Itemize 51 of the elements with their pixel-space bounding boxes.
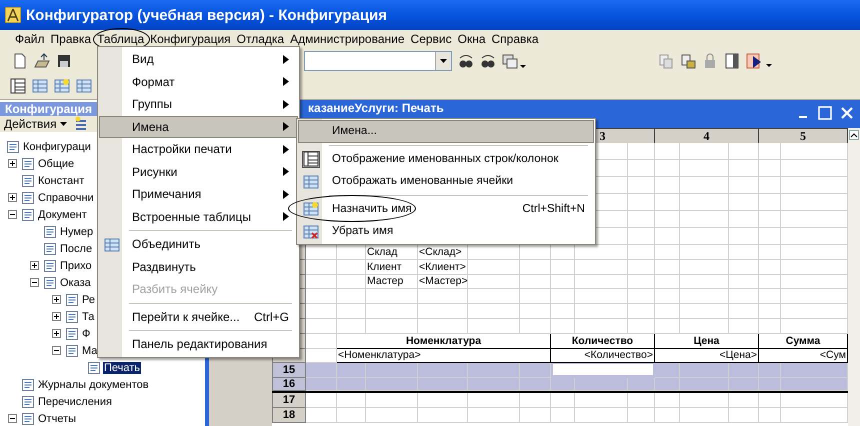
tree-item[interactable]: Ре	[81, 294, 96, 306]
shortcut-label: Ctrl+G	[254, 310, 289, 324]
row-header: 17	[272, 392, 306, 408]
tree-item[interactable]: Констант	[37, 174, 86, 186]
row-header: 16	[272, 378, 306, 392]
tree-item[interactable]: Перечисления	[37, 396, 113, 408]
tree-item[interactable]: Общие	[37, 158, 76, 170]
menu-item[interactable]: Файл	[12, 32, 48, 46]
tree-item[interactable]: Журналы документов	[37, 378, 150, 390]
menu-item[interactable]: Раздвинуть	[99, 256, 298, 278]
menu-item[interactable]: Справка	[488, 32, 542, 46]
actions-button[interactable]: Действия	[4, 117, 67, 131]
tree-item[interactable]: Та	[81, 310, 96, 322]
menu-item[interactable]: Убрать имя	[298, 220, 594, 242]
menu-item[interactable]: Отображение именованных строк/колонок	[298, 148, 594, 170]
menu-item[interactable]: Встроенные таблицы	[99, 206, 298, 228]
menu-item[interactable]: Рисунки	[99, 160, 298, 183]
tree-item[interactable]: Отчеты	[37, 412, 78, 424]
menu-item[interactable]: Имена...	[298, 120, 594, 142]
menu-item[interactable]: Перейти к ячейке... Ctrl+G	[99, 306, 298, 328]
menu-item[interactable]: Конфигурация	[147, 32, 234, 46]
tree-item[interactable]: Документ	[37, 208, 88, 220]
menu-item[interactable]: Отображать именованные ячейки	[298, 170, 594, 192]
tree-item[interactable]: Ма	[81, 344, 98, 356]
menu-item[interactable]: Формат	[99, 70, 298, 93]
menu-item[interactable]: Отладка	[234, 32, 288, 46]
menu-item[interactable]: Настройки печати	[99, 138, 298, 160]
row-header: 18	[272, 408, 306, 423]
menu-item[interactable]: Таблица	[94, 32, 148, 46]
menu-item[interactable]: Примечания	[99, 183, 298, 206]
tree-item[interactable]: Конфигураци	[22, 140, 92, 152]
tree-item[interactable]: Справочни	[37, 192, 95, 204]
shortcut-label: Ctrl+Shift+N	[522, 202, 585, 215]
row-header: 15	[272, 363, 306, 378]
menu-item[interactable]: Сервис	[408, 32, 455, 46]
menu-item[interactable]: Вид	[99, 48, 298, 70]
menu-item[interactable]: Объединить	[99, 233, 298, 256]
tree-item[interactable]: Ф	[81, 328, 92, 340]
tree-item[interactable]: Прихо	[59, 260, 93, 272]
document-title: казаниеУслуги: Печать	[308, 102, 444, 115]
tree-item[interactable]: Печать	[103, 362, 142, 374]
menu-item[interactable]: Администрирование	[287, 32, 408, 46]
tree-item[interactable]: Оказа	[59, 276, 92, 288]
window-title: Конфигуратор (учебная версия) - Конфигурация	[26, 6, 388, 24]
menu-item[interactable]: Панель редактирования	[99, 333, 298, 356]
tree-item[interactable]: Нумер	[59, 226, 94, 238]
tree-item[interactable]: После	[59, 242, 94, 254]
menu-item[interactable]: Окна	[454, 32, 489, 46]
menu-item[interactable]: Имена	[99, 116, 298, 138]
menu-item[interactable]: Правка	[48, 32, 94, 46]
menu-item[interactable]: Назначить имя Ctrl+Shift+N	[298, 198, 594, 220]
